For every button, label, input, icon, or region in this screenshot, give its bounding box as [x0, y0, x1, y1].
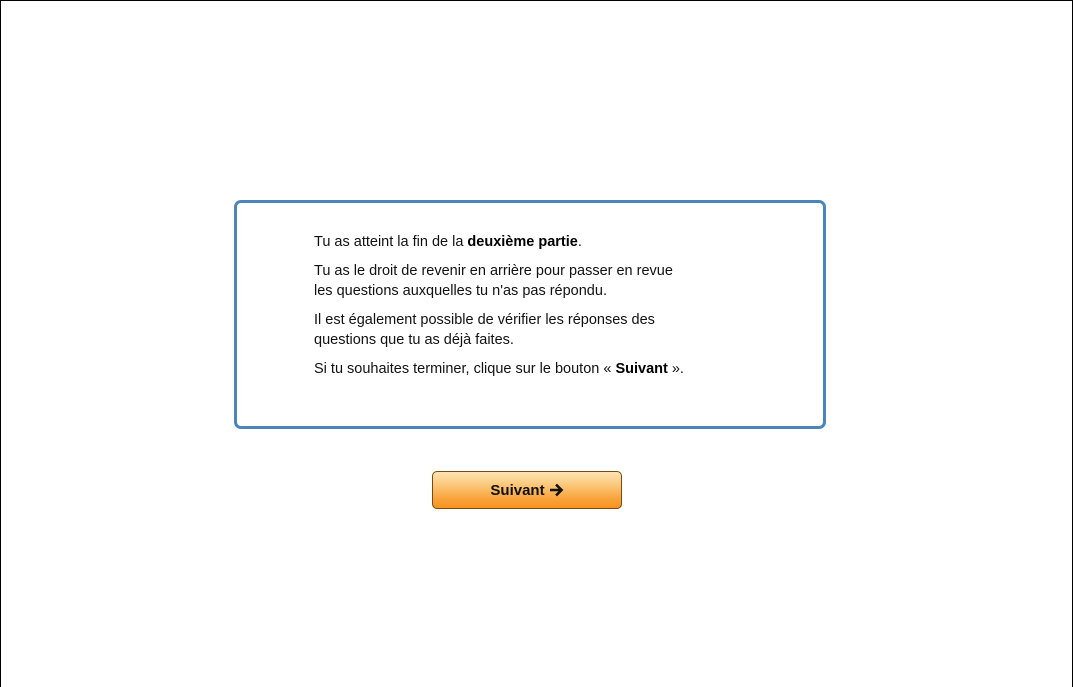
message-paragraph-finish: Si tu souhaites terminer, clique sur le … — [314, 359, 774, 379]
arrow-right-icon — [549, 483, 564, 497]
message-text: Si tu souhaites terminer, clique sur le … — [314, 361, 616, 377]
message-text: Tu as atteint la fin de la — [314, 234, 468, 250]
message-text: Il est également possible de vérifier le… — [314, 312, 655, 328]
message-paragraph-end-of-part: Tu as atteint la fin de la deuxième part… — [314, 232, 774, 252]
part-name-text: deuxième partie — [467, 234, 578, 250]
next-button[interactable]: Suivant — [432, 471, 622, 509]
message-text: questions que tu as déjà faites. — [314, 332, 514, 348]
message-text: . — [577, 234, 582, 250]
message-text: les questions auxquelles tu n'as pas rép… — [314, 283, 607, 299]
message-text: Tu as le droit de revenir en arrière pou… — [314, 263, 673, 279]
next-button-label: Suivant — [490, 481, 545, 499]
message-paragraph-verify: Il est également possible de vérifier le… — [314, 310, 774, 350]
message-content: Tu as atteint la fin de la deuxième part… — [314, 232, 774, 388]
message-paragraph-review: Tu as le droit de revenir en arrière pou… — [314, 261, 774, 301]
button-reference-text: Suivant — [615, 361, 668, 377]
message-text: ». — [667, 361, 684, 377]
page-viewport: Tu as atteint la fin de la deuxième part… — [0, 0, 1073, 687]
end-of-section-message-box: Tu as atteint la fin de la deuxième part… — [234, 200, 826, 429]
